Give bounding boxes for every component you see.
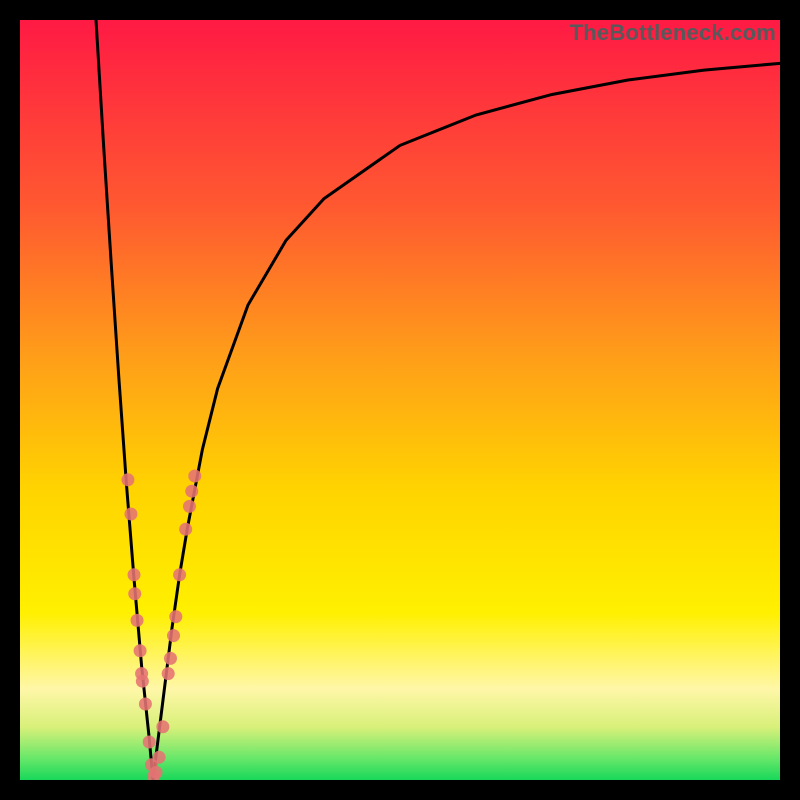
- data-marker: [173, 568, 186, 581]
- data-marker: [121, 473, 134, 486]
- data-marker: [162, 667, 175, 680]
- data-marker: [169, 610, 182, 623]
- data-marker: [139, 698, 152, 711]
- data-marker: [183, 500, 196, 513]
- data-marker: [179, 523, 192, 536]
- data-marker: [124, 508, 137, 521]
- data-marker: [164, 652, 177, 665]
- data-marker: [156, 720, 169, 733]
- chart-frame: [20, 20, 780, 780]
- gradient-background: [20, 20, 780, 780]
- data-marker: [134, 644, 147, 657]
- data-marker: [136, 675, 149, 688]
- data-marker: [128, 587, 141, 600]
- data-marker: [128, 568, 141, 581]
- data-marker: [167, 629, 180, 642]
- bottleneck-chart: [20, 20, 780, 780]
- data-marker: [153, 751, 166, 764]
- data-marker: [185, 485, 198, 498]
- data-marker: [150, 766, 163, 779]
- data-marker: [131, 614, 144, 627]
- data-marker: [143, 736, 156, 749]
- data-marker: [188, 470, 201, 483]
